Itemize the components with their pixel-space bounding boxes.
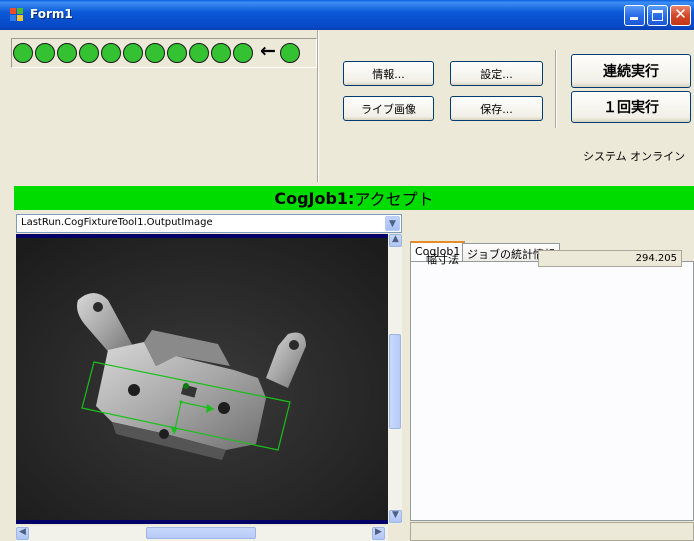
chevron-down-icon: ▼ <box>392 510 399 520</box>
settings-button[interactable]: 設定... <box>450 61 543 86</box>
horizontal-scrollbar[interactable]: ◀ ▶ <box>16 526 388 541</box>
scroll-left-button[interactable]: ◀ <box>16 527 29 540</box>
chevron-up-icon: ▲ <box>392 234 399 244</box>
status-strip <box>410 522 694 541</box>
job-name: CogJob1: <box>274 188 355 208</box>
system-status-text: システム オンライン <box>583 150 686 163</box>
minimize-icon <box>630 17 638 20</box>
result-led <box>167 43 187 63</box>
result-led <box>79 43 99 63</box>
chevron-left-icon: ◀ <box>19 527 26 537</box>
panel-divider <box>317 30 319 182</box>
job-status: アクセプト <box>354 190 434 209</box>
chevron-right-icon: ▶ <box>375 527 382 537</box>
result-led <box>145 43 165 63</box>
single-run-button[interactable]: １回実行 <box>571 91 691 123</box>
result-led <box>211 43 231 63</box>
image-selector-dropdown[interactable]: LastRun.CogFixtureTool1.OutputImage ▼ <box>16 214 402 233</box>
results-tab-page <box>410 261 694 521</box>
chevron-down-icon: ▼ <box>389 219 396 229</box>
image-display[interactable] <box>16 234 388 524</box>
result-led <box>101 43 121 63</box>
panel-splitter[interactable] <box>402 212 408 541</box>
image-selector-value: LastRun.CogFixtureTool1.OutputImage <box>21 217 213 228</box>
result-led <box>189 43 209 63</box>
save-button[interactable]: 保存... <box>450 96 543 121</box>
maximize-button[interactable] <box>647 5 668 26</box>
measurement-label: 幅寸法 <box>426 253 459 266</box>
maximize-icon <box>652 10 663 21</box>
left-arrow-icon: ← <box>260 40 276 62</box>
window-title: Form1 <box>30 7 73 21</box>
minimize-button[interactable] <box>624 5 645 26</box>
scroll-right-button[interactable]: ▶ <box>372 527 385 540</box>
button-group-divider <box>555 50 557 128</box>
inspection-image <box>16 238 388 520</box>
result-led <box>13 43 33 63</box>
result-history-strip: ← <box>11 38 317 68</box>
dropdown-button[interactable]: ▼ <box>385 216 400 231</box>
latest-result-led <box>280 43 300 63</box>
main-window: Form1 ✕ ← 情報... 設定... ライブ画像 保存... 連続実行 １… <box>0 0 694 541</box>
result-led <box>57 43 77 63</box>
horizontal-scroll-thumb[interactable] <box>146 527 256 539</box>
scroll-down-button[interactable]: ▼ <box>389 510 402 523</box>
vertical-scrollbar[interactable]: ▲ ▼ <box>388 234 402 524</box>
measurement-value: 294.205 <box>538 250 682 267</box>
info-button[interactable]: 情報... <box>343 61 434 86</box>
vertical-scroll-thumb[interactable] <box>389 334 401 429</box>
scroll-up-button[interactable]: ▲ <box>389 234 402 247</box>
close-button[interactable]: ✕ <box>670 5 691 26</box>
result-status-bar: CogJob1: アクセプト <box>14 186 694 210</box>
title-bar[interactable]: Form1 ✕ <box>0 0 694 30</box>
result-led <box>35 43 55 63</box>
continuous-run-button[interactable]: 連続実行 <box>571 54 691 88</box>
result-led <box>123 43 143 63</box>
app-icon[interactable] <box>10 8 24 22</box>
close-icon: ✕ <box>674 5 687 23</box>
result-led <box>233 43 253 63</box>
live-image-button[interactable]: ライブ画像 <box>343 96 434 121</box>
